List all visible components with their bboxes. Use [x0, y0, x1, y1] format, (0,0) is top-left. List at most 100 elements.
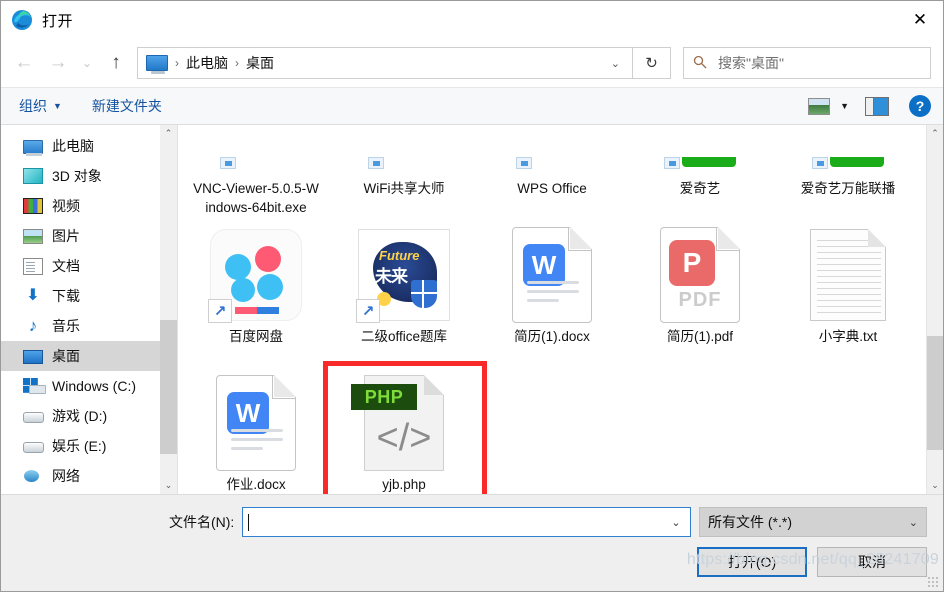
- file-item[interactable]: WPS Office: [478, 125, 626, 219]
- file-item[interactable]: Future 未来 ↗ 二级office题库: [330, 219, 478, 367]
- file-name: 简历(1).pdf: [666, 329, 734, 344]
- sidebar-item-label: 图片: [52, 228, 80, 244]
- network-icon: [23, 468, 43, 484]
- file-item[interactable]: WiFi共享大师: [330, 125, 478, 219]
- file-name: 作业.docx: [226, 477, 286, 492]
- new-folder-button[interactable]: 新建文件夹: [92, 96, 162, 116]
- cancel-button[interactable]: 取消: [817, 547, 927, 577]
- command-bar: 组织 ▼ 新建文件夹 ▼ ?: [1, 87, 943, 125]
- forward-button[interactable]: →: [41, 48, 75, 78]
- file-name: 爱奇艺万能联播: [800, 181, 896, 196]
- recent-locations-button[interactable]: ⌄: [75, 48, 99, 78]
- drive-icon: [23, 438, 44, 454]
- pdf-doc-icon: P PDF: [652, 227, 748, 323]
- file-grid-empty-cell: [774, 367, 922, 494]
- sidebar-item-label: 音乐: [52, 318, 80, 334]
- filename-row: 文件名(N): ⌄ 所有文件 (*.*) ⌄: [17, 507, 927, 537]
- sidebar-item-label: 桌面: [52, 348, 80, 364]
- refresh-button[interactable]: ↻: [633, 47, 671, 79]
- sidebar-item-label: 此电脑: [52, 138, 94, 154]
- scroll-up-icon[interactable]: ⌃: [927, 125, 943, 142]
- file-type-filter-select[interactable]: 所有文件 (*.*) ⌄: [699, 507, 927, 537]
- preview-pane-icon[interactable]: [865, 96, 889, 116]
- sidebar-item-music[interactable]: ♪ 音乐: [1, 311, 177, 341]
- file-item-php[interactable]: PHP </> yjb.php: [330, 367, 478, 494]
- sidebar-item-label: 3D 对象: [52, 168, 102, 184]
- sidebar-item-label: 下载: [52, 288, 80, 304]
- file-item[interactable]: 爱奇艺: [626, 125, 774, 219]
- sidebar-item-windows-c[interactable]: Windows (C:): [1, 371, 177, 401]
- sidebar-item-documents[interactable]: 文档: [1, 251, 177, 281]
- baidu-netdisk-icon: ↗: [208, 227, 304, 323]
- partial-app-icon: [208, 125, 304, 175]
- filename-label: 文件名(N):: [169, 514, 235, 530]
- scroll-down-icon[interactable]: ⌄: [160, 477, 177, 494]
- chevron-down-icon[interactable]: ▼: [840, 101, 849, 111]
- resize-grip[interactable]: [927, 576, 939, 588]
- scroll-up-icon[interactable]: ⌃: [160, 125, 177, 142]
- organize-label: 组织: [19, 98, 47, 114]
- file-item[interactable]: W 简历(1).docx: [478, 219, 626, 367]
- chevron-down-icon: ▼: [53, 101, 62, 111]
- text-caret: [248, 513, 250, 531]
- partial-app-icon: [356, 125, 452, 175]
- file-type-filter-value: 所有文件 (*.*): [708, 514, 792, 530]
- sidebar-item-label: 娱乐 (E:): [52, 438, 107, 454]
- edge-logo-icon: [11, 9, 33, 31]
- title-bar: 打开 ✕: [1, 1, 943, 39]
- chevron-down-icon[interactable]: ⌄: [909, 516, 918, 529]
- breadcrumb[interactable]: › 此电脑 › 桌面 ⌄: [137, 47, 633, 79]
- view-layout-icon[interactable]: [808, 97, 831, 115]
- open-button[interactable]: 打开(O): [697, 547, 807, 577]
- file-item[interactable]: ↗ 百度网盘: [182, 219, 330, 367]
- search-input[interactable]: 搜索"桌面": [718, 53, 784, 73]
- sidebar-item-pictures[interactable]: 图片: [1, 221, 177, 251]
- filename-input[interactable]: ⌄: [242, 507, 691, 537]
- breadcrumb-item-desktop[interactable]: 桌面: [246, 53, 274, 73]
- file-scroll-thumb[interactable]: [927, 336, 943, 451]
- sidebar-scroll-track[interactable]: [160, 142, 177, 477]
- file-item[interactable]: 爱奇艺万能联播: [774, 125, 922, 219]
- file-item[interactable]: P PDF 简历(1).pdf: [626, 219, 774, 367]
- chevron-down-icon[interactable]: ⌄: [605, 57, 626, 70]
- close-button[interactable]: ✕: [897, 1, 943, 39]
- file-item[interactable]: 小字典.txt: [774, 219, 922, 367]
- sidebar-item-this-pc[interactable]: 此电脑: [1, 131, 177, 161]
- scroll-down-icon[interactable]: ⌄: [927, 477, 943, 494]
- file-item[interactable]: VNC-Viewer-5.0.5-Windows-64bit.exe: [182, 125, 330, 219]
- command-bar-right: ▼ ?: [808, 95, 931, 117]
- back-button[interactable]: ←: [7, 48, 41, 78]
- file-item[interactable]: W 作业.docx: [182, 367, 330, 494]
- sidebar-item-videos[interactable]: 视频: [1, 191, 177, 221]
- file-name: 小字典.txt: [818, 329, 878, 344]
- windows-drive-icon: [23, 378, 46, 394]
- sidebar-item-desktop[interactable]: 桌面: [1, 341, 177, 371]
- search-icon: [693, 55, 711, 72]
- downloads-icon: ⬇: [26, 287, 40, 304]
- file-name: WiFi共享大师: [363, 181, 445, 196]
- sidebar-item-downloads[interactable]: ⬇ 下载: [1, 281, 177, 311]
- sidebar-scroll-thumb[interactable]: [160, 319, 177, 454]
- breadcrumb-item-this-pc[interactable]: 此电脑: [186, 53, 228, 73]
- shortcut-overlay-icon: ↗: [208, 299, 232, 323]
- text-doc-icon: [800, 227, 896, 323]
- organize-button[interactable]: 组织 ▼: [19, 96, 62, 116]
- sidebar-scrollbar[interactable]: ⌃ ⌄: [160, 125, 177, 494]
- partial-green-icon: [652, 125, 748, 175]
- search-box[interactable]: 搜索"桌面": [683, 47, 931, 79]
- file-grid-empty-cell: [478, 367, 626, 494]
- sidebar-item-network[interactable]: 网络: [1, 461, 177, 491]
- chevron-down-icon[interactable]: ⌄: [662, 507, 690, 537]
- up-button[interactable]: ↑: [99, 48, 133, 78]
- file-list-view[interactable]: VNC-Viewer-5.0.5-Windows-64bit.exe WiFi共…: [177, 125, 943, 494]
- sidebar-item-drive-e[interactable]: 娱乐 (E:): [1, 431, 177, 461]
- documents-icon: [23, 257, 43, 275]
- file-list-scrollbar[interactable]: ⌃ ⌄: [926, 125, 943, 494]
- file-scroll-track[interactable]: [927, 142, 943, 477]
- wps-word-doc-icon: W: [504, 227, 600, 323]
- videos-icon: [23, 198, 43, 214]
- help-icon[interactable]: ?: [909, 95, 931, 117]
- sidebar-item-drive-d[interactable]: 游戏 (D:): [1, 401, 177, 431]
- desktop-icon: [23, 350, 43, 364]
- sidebar-item-3d-objects[interactable]: 3D 对象: [1, 161, 177, 191]
